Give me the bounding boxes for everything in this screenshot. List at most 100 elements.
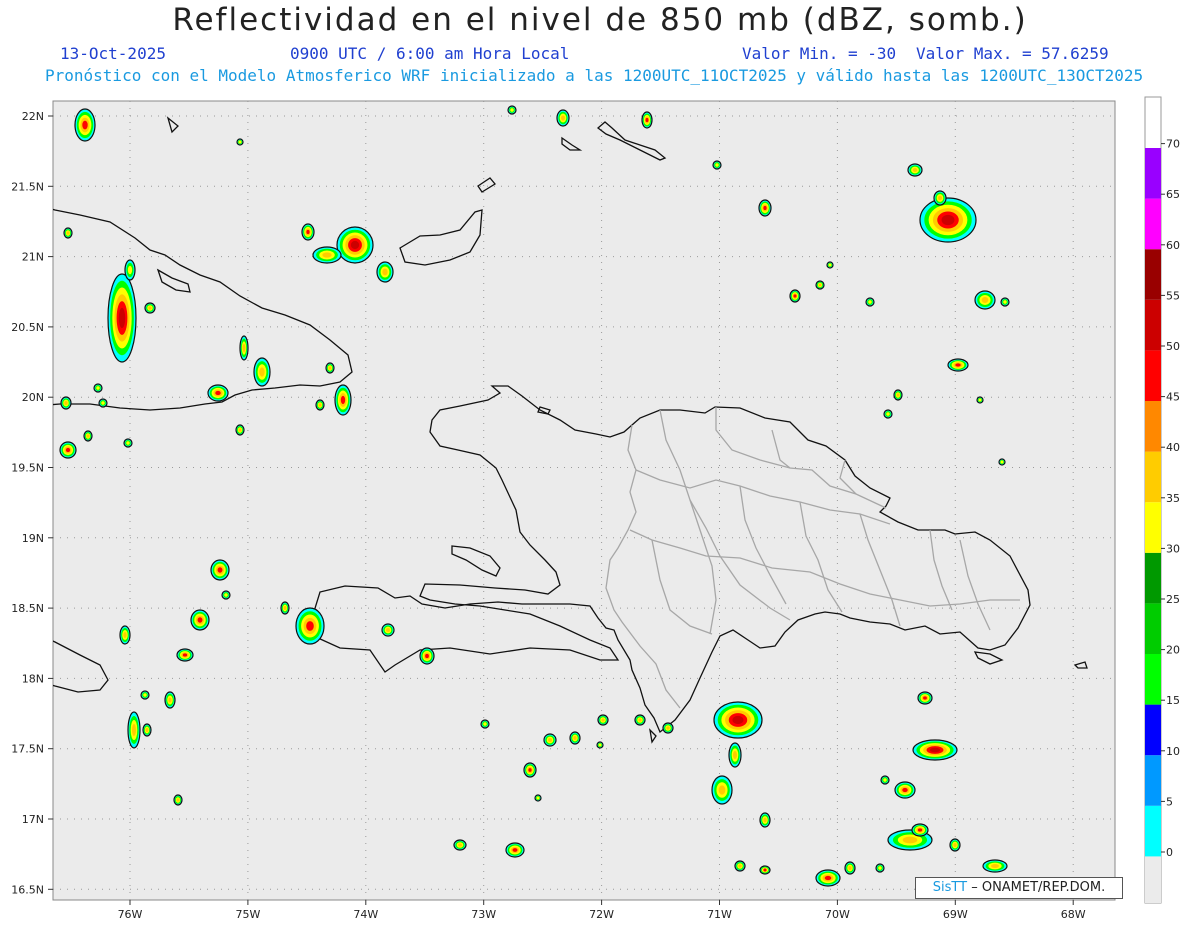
lat-label: 20.5N — [11, 321, 44, 334]
echo-cell — [641, 111, 653, 129]
echo-cell — [107, 273, 137, 363]
lat-label: 17.5N — [11, 743, 44, 756]
colorbar-segment — [1145, 299, 1161, 351]
echo-cell — [124, 259, 136, 281]
echo-cell — [144, 302, 156, 314]
echo-cell — [74, 108, 96, 142]
echo-cell — [1000, 297, 1010, 307]
echo-cell — [712, 160, 722, 170]
lat-label: 18.5N — [11, 602, 44, 615]
colorbar-segment — [1145, 502, 1161, 553]
colorbar-segment — [1145, 148, 1161, 199]
colorbar-segment — [1145, 249, 1161, 300]
lon-label: 72W — [589, 908, 614, 921]
echo-cell — [190, 609, 210, 631]
echo-cell — [312, 246, 342, 264]
colorbar-segment — [1145, 654, 1161, 705]
echo-cell — [759, 812, 771, 828]
echo-cell — [93, 383, 103, 393]
echo-cell — [947, 358, 969, 372]
echo-cell — [505, 842, 525, 858]
echo-cell — [880, 775, 890, 785]
lat-label: 16.5N — [11, 883, 44, 896]
echo-cell — [60, 396, 72, 410]
echo-cell — [982, 859, 1008, 873]
echo-cell — [933, 190, 947, 206]
echo-cell — [875, 863, 885, 873]
echo-cell — [728, 742, 742, 768]
echo-cell — [523, 762, 537, 778]
echo-cell — [419, 647, 435, 665]
colorbar-below-zero — [1145, 852, 1161, 903]
colorbar-label: 5 — [1166, 795, 1173, 808]
lon-label: 71W — [707, 908, 732, 921]
echo-cell — [207, 384, 229, 402]
echo-cell — [63, 227, 73, 239]
colorbar-label: 30 — [1166, 542, 1180, 555]
echo-cell — [917, 691, 933, 705]
echo-cell — [480, 719, 490, 729]
lat-label: 19N — [22, 532, 44, 545]
echo-cell — [919, 197, 977, 243]
colorbar-label: 65 — [1166, 188, 1180, 201]
echo-cell — [315, 399, 325, 411]
colorbar: 0 5 10 15 20 25 30 35 40 45 50 55 60 65 70 — [1144, 96, 1180, 904]
colorbar-label: 45 — [1166, 391, 1180, 404]
echo-cell — [119, 625, 131, 645]
echo-cell — [974, 290, 996, 310]
echo-cell — [239, 335, 249, 361]
lon-label: 68W — [1061, 908, 1086, 921]
colorbar-segment — [1145, 552, 1161, 604]
echo-cell — [325, 362, 335, 374]
lon-label: 73W — [471, 908, 496, 921]
colorbar-label: 25 — [1166, 593, 1180, 606]
echo-cell — [758, 199, 772, 217]
colorbar-segment — [1145, 350, 1161, 401]
echo-cell — [789, 289, 801, 303]
echo-cell — [127, 711, 141, 749]
lat-label: 21.5N — [11, 180, 44, 193]
echo-cell — [596, 741, 604, 749]
latitude-axis: 22N 21.5N 21N 20.5N 20N 19.5N 19N 18.5N 18N 17.5N… — [11, 110, 53, 896]
echo-cell — [334, 384, 352, 416]
echo-cell — [173, 794, 183, 806]
echo-cell — [569, 731, 581, 745]
echo-cell — [826, 261, 834, 269]
echo-cell — [140, 690, 150, 700]
echo-cell — [253, 357, 271, 387]
echo-cell — [164, 691, 176, 709]
echo-cell — [634, 714, 646, 726]
colorbar-segment — [1145, 755, 1161, 806]
colorbar-segment — [1145, 704, 1161, 756]
colorbar-label: 60 — [1166, 239, 1180, 252]
echo-cell — [376, 261, 394, 283]
credit-box: SisTT – ONAMET/REP.DOM. — [915, 877, 1123, 899]
lat-label: 17N — [22, 813, 44, 826]
echo-cell — [453, 839, 467, 851]
colorbar-label: 50 — [1166, 340, 1180, 353]
echo-cell — [336, 226, 374, 264]
echo-cell — [976, 396, 984, 404]
echo-cell — [142, 723, 152, 737]
echo-cell — [98, 398, 108, 408]
echo-cell — [759, 865, 771, 875]
echo-cell — [907, 163, 923, 177]
lon-label: 69W — [943, 908, 968, 921]
echo-cell — [949, 838, 961, 852]
lat-label: 20N — [22, 391, 44, 404]
echo-cell — [734, 860, 746, 872]
echo-cell — [236, 138, 244, 146]
colorbar-segment — [1145, 198, 1161, 250]
echo-cell — [507, 105, 517, 115]
colorbar-label: 10 — [1166, 745, 1180, 758]
longitude-axis: 76W 75W 74W 73W 72W 71W 70W 69W 68W — [118, 900, 1086, 921]
lat-label: 22N — [22, 110, 44, 123]
echo-cell — [998, 458, 1006, 466]
echo-cell — [280, 601, 290, 615]
credit-text: – ONAMET/REP.DOM. — [971, 880, 1106, 895]
echo-cell — [815, 280, 825, 290]
colorbar-label: 35 — [1166, 492, 1180, 505]
echo-cell — [711, 775, 733, 805]
colorbar-label: 15 — [1166, 694, 1180, 707]
lon-label: 74W — [353, 908, 378, 921]
